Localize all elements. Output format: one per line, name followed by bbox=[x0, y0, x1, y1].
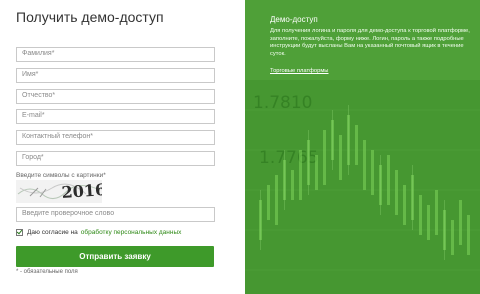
info-title: Демо-доступ bbox=[270, 15, 318, 24]
personal-data-link[interactable]: обработку персональных данных bbox=[81, 229, 182, 236]
captcha-text: 2016 bbox=[61, 180, 102, 202]
middle-name-placeholder: Отчество* bbox=[22, 92, 56, 99]
demo-form-panel: Получить демо-доступ Фамилия* Имя* Отчес… bbox=[0, 0, 245, 294]
captcha-image: 2016 bbox=[16, 180, 102, 203]
consent-checkbox[interactable] bbox=[16, 229, 23, 236]
required-fields-note: * - обязательные поля bbox=[16, 269, 78, 275]
last-name-field[interactable]: Фамилия* bbox=[16, 47, 215, 62]
captcha-label: Введите символы с картинки* bbox=[16, 172, 106, 179]
email-field[interactable]: E-mail* bbox=[16, 109, 215, 124]
consent-row: Даю согласие на обработку персональных д… bbox=[16, 229, 181, 236]
first-name-field[interactable]: Имя* bbox=[16, 68, 215, 83]
phone-field[interactable]: Контактный телефон* bbox=[16, 130, 215, 145]
middle-name-field[interactable]: Отчество* bbox=[16, 89, 215, 104]
first-name-placeholder: Имя* bbox=[22, 71, 39, 78]
chart-number-1: 1.7810 bbox=[253, 93, 312, 113]
submit-button[interactable]: Отправить заявку bbox=[16, 246, 214, 267]
last-name-placeholder: Фамилия* bbox=[22, 50, 55, 57]
consent-text: Даю согласие на bbox=[27, 229, 78, 236]
email-placeholder: E-mail* bbox=[22, 112, 45, 119]
form-title: Получить демо-доступ bbox=[16, 9, 164, 25]
city-placeholder: Город* bbox=[22, 154, 44, 161]
captcha-input-placeholder: Введите проверочное слово bbox=[22, 210, 115, 217]
city-field[interactable]: Город* bbox=[16, 151, 215, 166]
captcha-input[interactable]: Введите проверочное слово bbox=[16, 207, 215, 222]
trading-platforms-link[interactable]: Торговые платформы bbox=[270, 68, 328, 74]
info-panel: 1.7810 1.7765 Демо-доступ Для получения … bbox=[245, 0, 480, 294]
phone-placeholder: Контактный телефон* bbox=[22, 133, 93, 140]
info-description: Для получения логина и пароля для демо-д… bbox=[270, 28, 470, 57]
